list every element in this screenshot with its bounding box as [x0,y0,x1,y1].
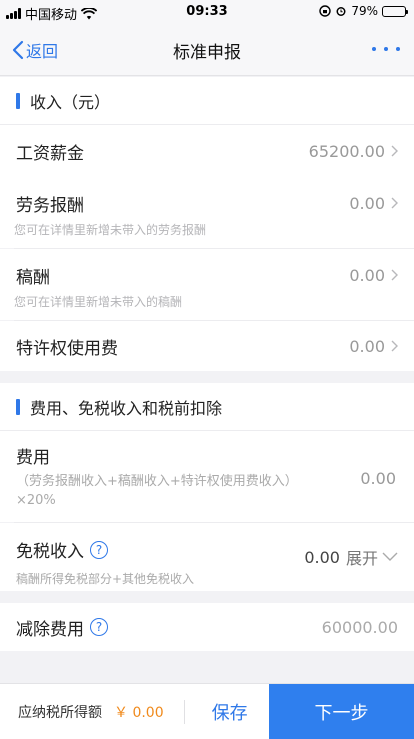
salary-row[interactable]: 工资薪金 65200.00 [0,125,414,177]
expense-row: 费用 （劳务报酬收入+稿酬收入+特许权使用费收入）×20% 0.00 [0,431,414,522]
labor-row[interactable]: 劳务报酬 0.00 您可在详情里新增未带入的劳务报酬 [0,177,414,248]
row-value: 65200.00 [308,141,385,161]
tax-free-row: 免税收入 ? 稿酬所得免税部分+其他免税收入 0.00 展开 [0,523,414,591]
orientation-lock-icon [319,5,332,17]
alarm-icon [336,7,346,16]
status-bar: 中国移动 09:33 79% [0,0,414,24]
help-icon[interactable]: ? [90,618,108,636]
section-title: 收入（元） [30,92,111,112]
chevron-right-icon [391,145,398,157]
more-dot-icon [372,47,376,51]
row-value: 0.00 [304,547,340,567]
expense-formula: （劳务报酬收入+稿酬收入+特许权使用费收入）×20% [16,474,298,508]
taxable-income-label: 应纳税所得额 [18,704,102,721]
chevron-down-icon [382,552,398,561]
taxable-income-amount: ￥ 0.00 [114,704,164,721]
fees-section-header: 费用、免税收入和税前扣除 [0,383,414,431]
more-dot-icon [396,47,400,51]
row-value: 0.00 [349,193,385,213]
battery-icon [382,5,408,17]
franchise-row[interactable]: 特许权使用费 0.00 [0,321,414,371]
royalty-row[interactable]: 稿酬 0.00 您可在详情里新增未带入的稿酬 [0,249,414,320]
row-subtitle: 稿酬所得免税部分+其他免税收入 [16,572,195,586]
page-title: 标准申报 [173,43,241,63]
section-accent-bar [16,398,20,415]
row-label: 工资薪金 [16,143,84,164]
section-gap [0,591,414,603]
chevron-right-icon [391,269,398,281]
more-dot-icon [384,47,388,51]
nav-bar: 返回 标准申报 [0,24,414,76]
help-icon[interactable]: ? [90,540,108,559]
battery-percent: 79% [351,4,378,18]
next-step-button[interactable]: 下一步 [269,684,414,739]
row-hint: 您可在详情里新增未带入的劳务报酬 [14,223,207,237]
row-label: 费用 [16,448,50,468]
row-hint: 您可在详情里新增未带入的稿酬 [14,295,183,309]
row-label: 免税收入 [16,542,84,562]
expand-label: 展开 [345,549,378,568]
row-label: 稿酬 [16,267,50,288]
save-button[interactable]: 保存 [185,699,275,725]
income-section-header: 收入（元） [0,77,414,125]
section-accent-bar [16,92,20,109]
status-right: 79% [319,4,408,18]
chevron-right-icon [391,340,398,352]
row-label: 特许权使用费 [16,338,118,359]
row-value: 60000.00 [321,617,398,637]
more-button[interactable] [372,39,400,59]
expand-toggle[interactable]: 展开 [346,545,398,569]
chevron-right-icon [391,197,398,209]
bottom-bar: 应纳税所得额 ￥ 0.00 保存 下一步 [0,683,414,739]
section-title: 费用、免税收入和税前扣除 [30,398,223,418]
deduction-row: 减除费用 ? 60000.00 [0,603,414,651]
row-label: 减除费用 [16,619,84,640]
row-value: 0.00 [360,469,396,488]
row-value: 0.00 [349,265,385,285]
section-gap [0,371,414,383]
content: 收入（元） 工资薪金 65200.00 劳务报酬 0.00 您可在详情里新增未带… [0,77,414,683]
row-label: 劳务报酬 [16,195,84,216]
row-value: 0.00 [349,336,385,356]
